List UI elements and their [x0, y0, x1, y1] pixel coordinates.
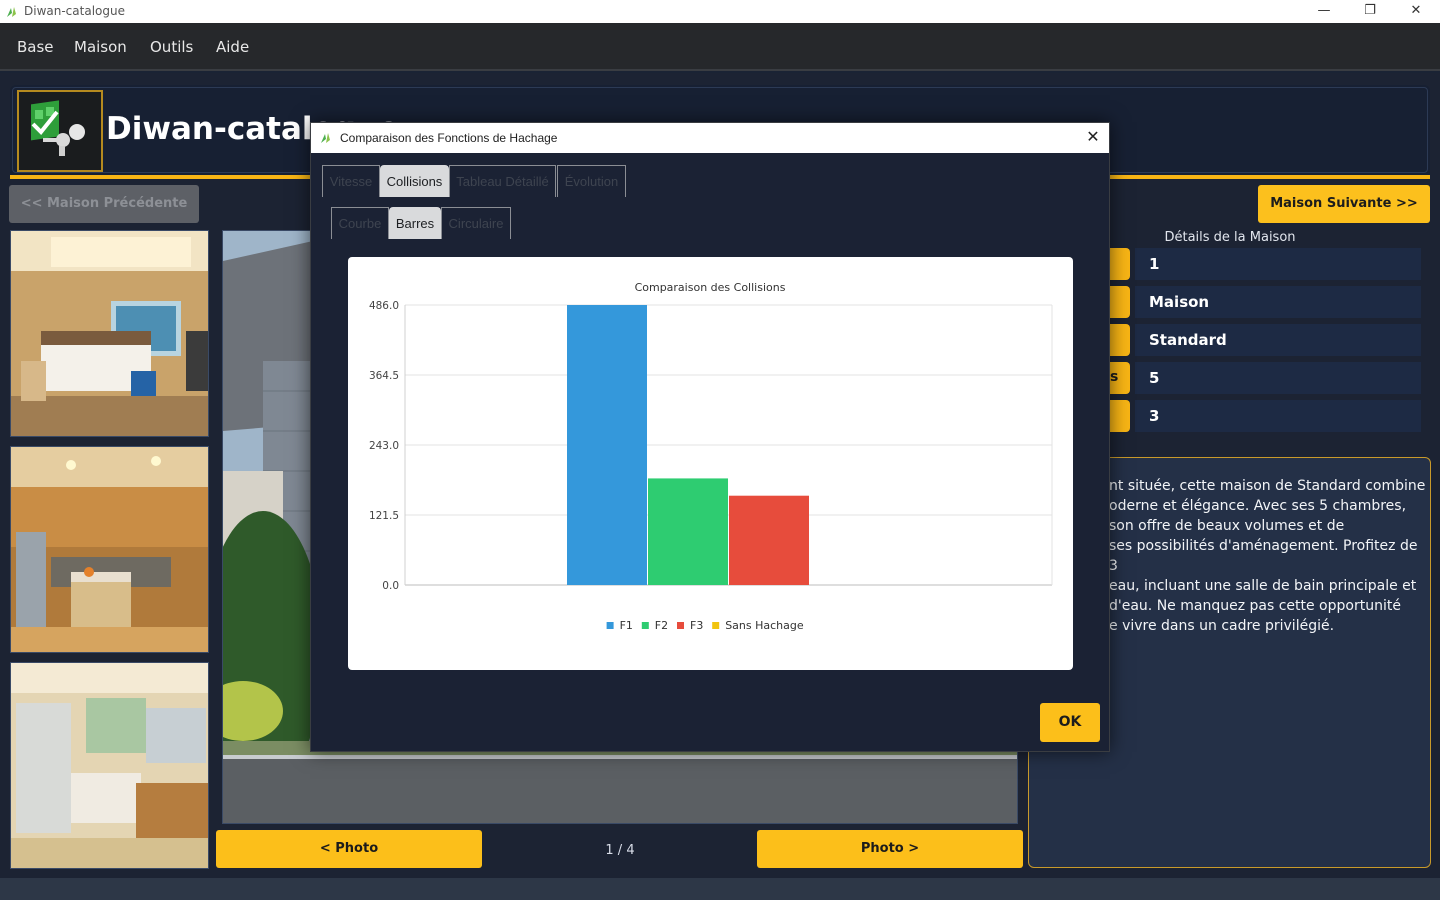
chart-title: Comparaison des Collisions — [635, 281, 786, 294]
detail-key-peek: s — [1110, 369, 1119, 385]
thumbnail-bedroom[interactable] — [10, 230, 209, 437]
legend-label: F2 — [655, 619, 668, 632]
detail-value-bathrooms: 3 — [1135, 400, 1421, 432]
y-tick-label: 0.0 — [382, 580, 399, 592]
tab-vitesse[interactable]: Vitesse — [322, 165, 380, 197]
detail-label-5 — [1110, 400, 1130, 432]
app-icon — [7, 7, 16, 17]
legend-label: Sans Hachage — [725, 619, 804, 632]
restore-button[interactable]: ❐ — [1347, 0, 1393, 23]
next-house-button[interactable]: Maison Suivante >> — [1258, 185, 1430, 223]
tab-evolution[interactable]: Évolution — [557, 165, 626, 197]
bar-f2 — [648, 478, 728, 585]
thumbnail-bathroom[interactable] — [10, 662, 209, 869]
legend-swatch — [606, 622, 614, 629]
detail-label-2 — [1110, 286, 1130, 318]
bar-f3 — [729, 495, 809, 585]
detail-label-1 — [1110, 248, 1130, 280]
y-tick-label: 364.5 — [369, 370, 399, 382]
detail-value-category: Standard — [1135, 324, 1421, 356]
y-tick-label: 243.0 — [369, 440, 399, 452]
detail-value-type: Maison — [1135, 286, 1421, 318]
chart-panel: Comparaison des Collisions 0.0 121.5 243.0 3… — [348, 257, 1073, 670]
detail-value-rooms: 5 — [1135, 362, 1421, 394]
menu-base[interactable]: Base — [17, 38, 54, 56]
legend-swatch — [712, 622, 720, 629]
tab-tableau-detaille[interactable]: Tableau Détaillé — [449, 165, 556, 197]
next-photo-button[interactable]: Photo > — [757, 830, 1023, 868]
legend-label: F3 — [690, 619, 703, 632]
dialog-titlebar: Comparaison des Fonctions de Hachage ✕ — [311, 123, 1109, 153]
previous-house-button[interactable]: << Maison Précédente — [9, 185, 199, 223]
house-key-icon — [31, 100, 85, 156]
detail-label-3 — [1110, 324, 1130, 356]
dialog-close-button[interactable]: ✕ — [1077, 123, 1109, 153]
window-titlebar: Diwan-catalogue — ❐ ✕ — [0, 0, 1440, 23]
bar-f1 — [567, 305, 647, 585]
menu-outils[interactable]: Outils — [150, 38, 193, 56]
close-window-button[interactable]: ✕ — [1393, 0, 1439, 23]
hash-comparison-dialog: Comparaison des Fonctions de Hachage ✕ V… — [310, 122, 1110, 752]
minimize-button[interactable]: — — [1301, 0, 1347, 23]
subtab-barres[interactable]: Barres — [389, 207, 441, 239]
legend-swatch — [677, 622, 684, 629]
description-text: nt située, cette maison de Standard comb… — [1109, 478, 1426, 634]
subtab-circulaire[interactable]: Circulaire — [441, 207, 511, 239]
dialog-title: Comparaison des Fonctions de Hachage — [340, 131, 558, 145]
details-title: Détails de la Maison — [1164, 230, 1296, 245]
window-title: Diwan-catalogue — [24, 4, 125, 18]
subtab-courbe[interactable]: Courbe — [331, 207, 389, 239]
thumbnail-kitchen[interactable] — [10, 446, 209, 653]
app-icon — [321, 133, 330, 143]
menu-aide[interactable]: Aide — [216, 38, 249, 56]
status-bar — [0, 878, 1440, 900]
menu-bar: Base Maison Outils Aide — [0, 23, 1440, 71]
ok-button[interactable]: OK — [1040, 703, 1100, 742]
photo-counter: 1 / 4 — [605, 843, 635, 858]
y-tick-label: 121.5 — [369, 510, 399, 522]
menu-maison[interactable]: Maison — [74, 38, 127, 56]
legend-swatch — [641, 622, 649, 629]
y-tick-label: 486.0 — [369, 300, 399, 312]
legend-label: F1 — [620, 619, 633, 632]
tab-collisions[interactable]: Collisions — [380, 165, 449, 197]
logo — [17, 90, 103, 172]
collisions-bar-chart: Comparaison des Collisions 0.0 121.5 243.0 3… — [369, 281, 1053, 632]
previous-photo-button[interactable]: < Photo — [216, 830, 482, 868]
detail-value-id: 1 — [1135, 248, 1421, 280]
